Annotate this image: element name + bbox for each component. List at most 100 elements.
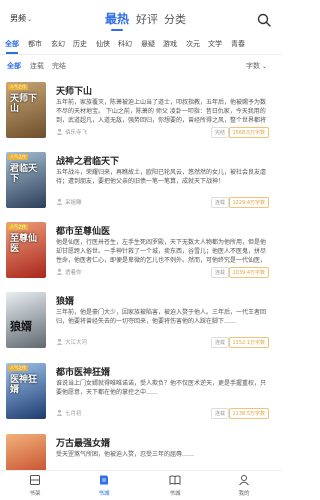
- category-literature[interactable]: 文学: [208, 39, 222, 49]
- book-author: 透着你: [65, 270, 82, 276]
- category-urban[interactable]: 都市: [28, 39, 42, 49]
- book-meta: 佰乐寺飞 完结 1568.5万字数: [56, 127, 269, 138]
- nav-label: 书城: [169, 491, 181, 497]
- book-desc: 谁说当上门女婿就得唯唯诺诺，受人欺负？他不仅医术逆天，更是手握重权，只要他愿意，…: [56, 380, 267, 396]
- tab-rated[interactable]: 好评: [136, 11, 158, 27]
- profile-icon: [239, 475, 249, 486]
- book-desc: 他是仙医，行医卅苍生，左手生死阎罗殿，天下无数大人物都为他所用，但是他却甘愿跨入…: [56, 239, 267, 264]
- book-title: 万古最强女婿: [56, 439, 111, 449]
- cover-title: 至尊仙医: [10, 234, 38, 254]
- book-word-count: 1229.4万字数: [228, 197, 269, 208]
- filter-all[interactable]: 全部: [7, 61, 21, 71]
- sort-label: 字数: [245, 62, 260, 70]
- book-word-count: 1152.1万字数: [228, 337, 269, 348]
- divider: [0, 54, 281, 55]
- category-history[interactable]: 历史: [73, 39, 87, 49]
- book-item[interactable]: 人气之作 君临天下 战神之君临天下 五年战斗，荣耀归来，再瞧故土，欧阳已轮风云，…: [0, 152, 281, 222]
- nav-label: 书架: [29, 491, 41, 497]
- category-youth[interactable]: 青春: [231, 39, 245, 49]
- book-author: 佰乐寺飞: [65, 130, 88, 136]
- filter-ongoing[interactable]: 连载: [30, 61, 44, 71]
- book-title: 战神之君临天下: [56, 157, 120, 167]
- book-meta: 采姐雕 连载 1229.4万字数: [56, 197, 269, 208]
- book-item[interactable]: 人气之作 天师下山 天师下山 五年前，家族覆灭，陈萧被迫上山当了道士，叩叔指教，…: [0, 82, 281, 152]
- sort-selector[interactable]: 字数 ⌄: [246, 61, 267, 71]
- book-word-count: 1138.5万字数: [228, 408, 269, 419]
- book-status: 连载: [210, 267, 229, 278]
- filter-completed[interactable]: 完结: [52, 61, 66, 71]
- category-mystery[interactable]: 悬疑: [141, 39, 155, 49]
- top-bar: 男频⌄ 最热 好评 分类: [0, 0, 281, 40]
- chevron-down-icon: ⌄: [27, 16, 33, 23]
- book-cover: 人气之作 君临天下: [6, 152, 46, 208]
- cover-title: 医神狂婿: [10, 375, 38, 395]
- chevron-down-icon: ⌄: [261, 63, 267, 70]
- cover-tag: 人气之作: [8, 365, 28, 371]
- book-status: 连载: [210, 337, 229, 348]
- cover-tag: 人气之作: [8, 84, 28, 90]
- book-word-count: 1039.4万字数: [228, 267, 269, 278]
- cover-title: 狼婿: [10, 320, 32, 333]
- book-desc: 五年战斗，荣耀归来，再瞧故土，欧阳已轮风云，悠然然的女儿，被社会良友虐待；遭到朋…: [56, 169, 267, 185]
- cover-tag: 人气之作: [8, 154, 28, 160]
- search-icon[interactable]: [257, 13, 271, 27]
- category-all[interactable]: 全部: [5, 39, 19, 49]
- book-status: 完结: [210, 127, 229, 138]
- book-item[interactable]: 狼婿 狼婿 三年前，他是豪门大少，因家族被陷害，被迫入赘于他人。三年后，一代王者…: [0, 292, 281, 362]
- cover-title: 天师下山: [10, 94, 38, 114]
- book-cover: 人气之作 至尊仙医: [6, 222, 46, 278]
- category-anime[interactable]: 次元: [186, 39, 200, 49]
- book-meta: 七月初 连载 1138.5万字数: [56, 408, 269, 419]
- gender-selector[interactable]: 男频⌄: [10, 13, 32, 24]
- filter-row: 全部 连载 完结 字数 ⌄: [0, 59, 281, 73]
- book-title: 狼婿: [56, 297, 75, 307]
- book-title: 都市医神狂婿: [56, 368, 111, 378]
- book-desc: 受天罡煞气所困，他被迫入赘，忍受三年的屈辱……: [56, 451, 195, 458]
- cover-tag: 人气之作: [8, 224, 28, 230]
- category-games[interactable]: 游戏: [163, 39, 177, 49]
- author-icon: [56, 198, 63, 205]
- bookstore-icon: [100, 475, 108, 485]
- tab-underline: [111, 29, 123, 31]
- nav-book[interactable]: 书城: [160, 474, 190, 497]
- book-cover: 人气之作 天师下山: [6, 82, 46, 138]
- nav-label: 书城: [98, 491, 110, 497]
- book-icon: [169, 475, 181, 485]
- bookshelf-icon: [30, 475, 40, 485]
- category-scifi[interactable]: 科幻: [118, 39, 132, 49]
- author-icon: [56, 128, 63, 135]
- book-desc: 三年前，他是豪门大少，因家族被陷害，被迫入赘于他人。三年后，一代王者回归，他要将…: [56, 309, 267, 325]
- book-cover: 狼婿: [6, 292, 46, 348]
- book-item[interactable]: 万古最强女婿 受天罡煞气所困，他被迫入赘，忍受三年的屈辱……: [0, 434, 281, 470]
- book-cover: 人气之作 医神狂婿: [6, 363, 46, 419]
- nav-bookshelf[interactable]: 书架: [20, 474, 50, 497]
- book-status: 连载: [210, 408, 229, 419]
- author-icon: [56, 268, 63, 275]
- category-xianxia[interactable]: 仙侠: [96, 39, 110, 49]
- nav-bookstore[interactable]: 书城: [89, 474, 119, 497]
- book-author: 采姐雕: [65, 200, 82, 206]
- category-fantasy[interactable]: 玄幻: [51, 39, 65, 49]
- book-item[interactable]: 人气之作 至尊仙医 都市至尊仙医 他是仙医，行医卅苍生，左手生死阎罗殿，天下无数…: [0, 222, 281, 292]
- category-row: 全部 都市 玄幻 历史 仙侠 科幻 悬疑 游戏 次元 文学 青春: [0, 38, 281, 54]
- book-meta: 透着你 连载 1039.4万字数: [56, 267, 269, 278]
- book-status: 连载: [210, 197, 229, 208]
- author-icon: [56, 338, 63, 345]
- bottom-nav: 书架 书城 书城 我的: [0, 470, 281, 500]
- tab-category[interactable]: 分类: [164, 11, 186, 27]
- nav-profile[interactable]: 我的: [229, 474, 259, 497]
- book-cover: [6, 434, 46, 470]
- tab-hot[interactable]: 最热: [105, 10, 129, 27]
- cover-title: 君临天下: [10, 164, 38, 184]
- book-title: 都市至尊仙医: [56, 227, 111, 237]
- author-icon: [56, 409, 63, 416]
- book-author: 七月初: [65, 411, 82, 417]
- book-word-count: 1568.5万字数: [228, 127, 269, 138]
- book-author: 大江大河: [65, 340, 88, 346]
- book-title: 天师下山: [56, 87, 93, 97]
- book-meta: 大江大河 连载 1152.1万字数: [56, 337, 269, 348]
- book-item[interactable]: 人气之作 医神狂婿 都市医神狂婿 谁说当上门女婿就得唯唯诺诺，受人欺负？他不仅医…: [0, 363, 281, 433]
- nav-label: 我的: [238, 491, 250, 497]
- gender-label: 男频: [10, 14, 26, 23]
- book-desc: 五年前，家族覆灭，陈萧被迫上山当了道士，叩叔指教，五年后，他被赐予为数不尽的天材…: [56, 99, 267, 124]
